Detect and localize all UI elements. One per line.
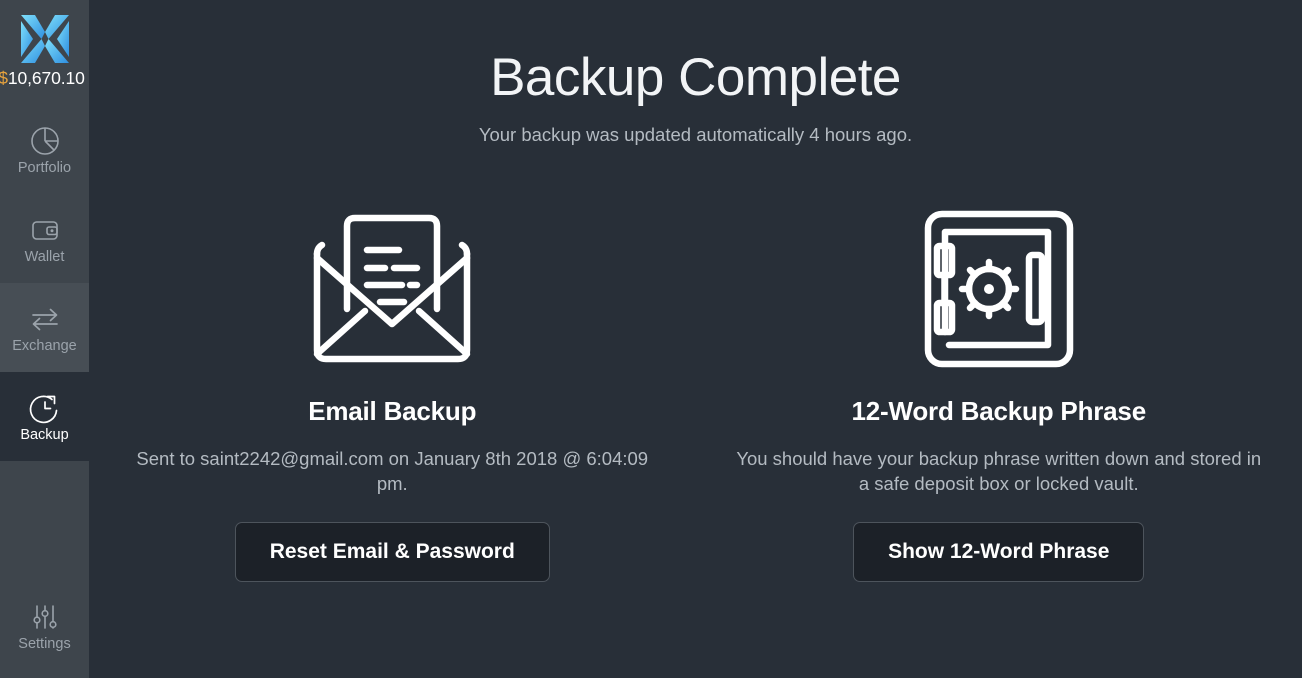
page-title: Backup Complete: [490, 48, 901, 107]
sidebar-item-label: Portfolio: [17, 159, 72, 176]
sidebar-item-label: Backup: [20, 426, 69, 443]
wallet-icon: [31, 220, 58, 240]
app-window: $10,670.10 Portfolio Wallet Exchange Bac…: [0, 0, 1302, 678]
backup-phrase-card: 12-Word Backup Phrase You should have yo…: [696, 200, 1302, 582]
sidebar: $10,670.10 Portfolio Wallet Exchange Bac…: [0, 0, 89, 678]
card-title: Email Backup: [308, 396, 477, 427]
sidebar-item-label: Wallet: [24, 248, 65, 265]
sidebar-item-settings[interactable]: Settings: [0, 581, 89, 670]
sidebar-item-label: Settings: [18, 635, 71, 652]
backup-phrase-icon-container: [919, 200, 1079, 378]
sidebar-item-portfolio[interactable]: Portfolio: [0, 105, 89, 194]
open-envelope-letter-icon: [314, 214, 471, 363]
main-content: Backup Complete Your backup was updated …: [89, 0, 1302, 678]
email-backup-icon-container: [310, 200, 474, 378]
currency-symbol: $: [0, 68, 8, 88]
sidebar-nav: Portfolio Wallet Exchange Backup: [0, 105, 89, 461]
safe-vault-icon: [924, 210, 1073, 368]
balance-amount: 10,670.10: [7, 68, 85, 88]
page-subtitle: Your backup was updated automatically 4 …: [478, 124, 913, 146]
sidebar-item-label: Exchange: [12, 337, 77, 354]
sidebar-item-wallet[interactable]: Wallet: [0, 194, 89, 283]
show-backup-phrase-button[interactable]: Show 12-Word Phrase: [853, 521, 1145, 582]
reset-email-password-button[interactable]: Reset Email & Password: [234, 521, 550, 582]
card-title: 12-Word Backup Phrase: [851, 396, 1147, 427]
backup-cards: Email Backup Sent to saint2242@gmail.com…: [89, 200, 1302, 582]
backup-restore-clock-icon: [29, 395, 57, 423]
exchange-arrows-icon: [31, 308, 58, 331]
card-description: Sent to saint2242@gmail.com on January 8…: [136, 448, 649, 495]
sidebar-item-backup[interactable]: Backup: [0, 372, 89, 461]
portfolio-balance: $10,670.10: [0, 68, 89, 89]
email-backup-card: Email Backup Sent to saint2242@gmail.com…: [89, 200, 696, 582]
pie-chart-icon: [30, 126, 59, 155]
logo-container[interactable]: [0, 0, 89, 72]
sliders-icon: [32, 604, 57, 629]
exodus-logo: [20, 15, 69, 63]
card-description: You should have your backup phrase writt…: [736, 448, 1262, 495]
sidebar-item-exchange[interactable]: Exchange: [0, 283, 89, 372]
